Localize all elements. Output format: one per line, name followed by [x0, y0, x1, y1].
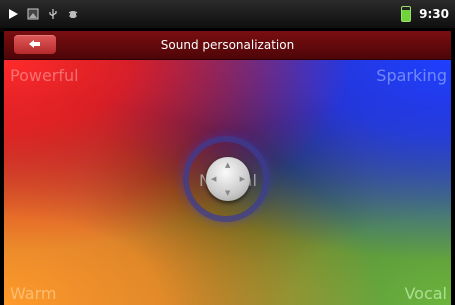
title-bar: Sound personalization	[4, 31, 451, 60]
right-arrow-icon: ▶	[239, 175, 245, 183]
down-arrow-icon: ▼	[225, 189, 231, 197]
debug-icon	[66, 7, 80, 21]
back-arrow-icon	[28, 35, 42, 54]
status-bar: 9:30	[0, 0, 455, 28]
label-vocal: Vocal	[404, 284, 447, 303]
label-warm: Warm	[10, 284, 57, 303]
up-arrow-icon: ▲	[225, 161, 231, 169]
gallery-icon	[26, 7, 40, 21]
notification-icons	[6, 7, 80, 21]
sound-personalization-pad[interactable]: Powerful Sparking Warm Vocal Normal ▲ ▼ …	[4, 60, 451, 305]
position-knob[interactable]: ▲ ▼ ◀ ▶	[206, 157, 250, 201]
page-title: Sound personalization	[160, 38, 295, 52]
label-powerful: Powerful	[10, 66, 79, 85]
label-sparking: Sparking	[376, 66, 447, 85]
clock: 9:30	[419, 7, 449, 21]
left-arrow-icon: ◀	[211, 175, 217, 183]
back-button[interactable]	[14, 35, 56, 54]
battery-icon	[401, 6, 412, 22]
play-icon	[6, 7, 20, 21]
usb-icon	[46, 7, 60, 21]
